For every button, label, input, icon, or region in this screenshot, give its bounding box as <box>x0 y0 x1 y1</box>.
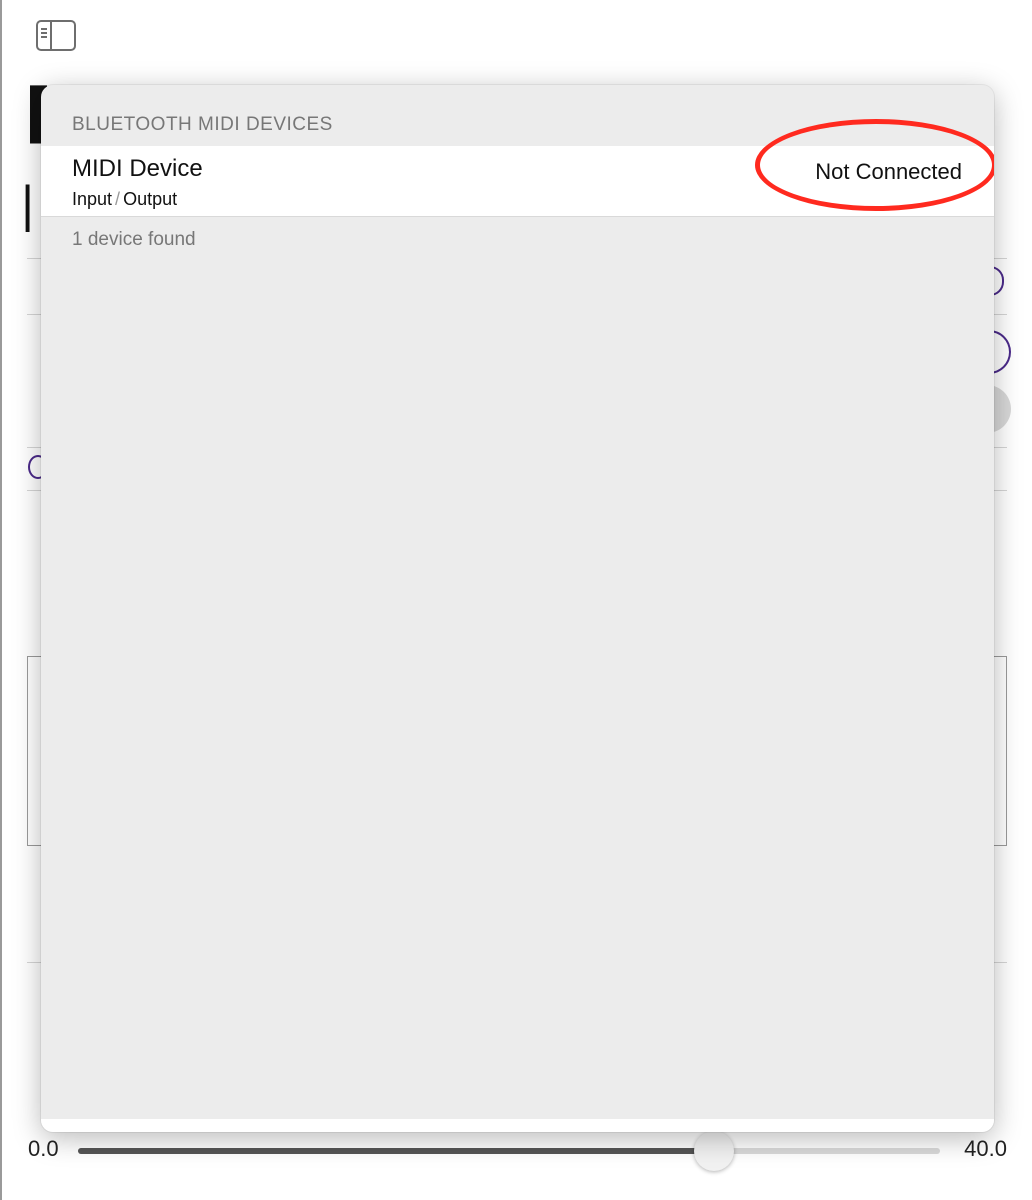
window-edge <box>0 0 2 1200</box>
status-highlight-annotation <box>755 119 994 211</box>
sidebar-toggle-line <box>41 36 47 38</box>
slider-fill <box>78 1148 715 1154</box>
slider-max-label: 40.0 <box>964 1136 1007 1161</box>
device-io-label: Input / Output <box>72 189 177 210</box>
device-name: MIDI Device <box>72 155 203 182</box>
bluetooth-midi-popover: BLUETOOTH MIDI DEVICES MIDI Device Input… <box>41 85 994 1132</box>
slider-thumb[interactable] <box>694 1131 735 1171</box>
device-io-separator: / <box>115 189 121 209</box>
background-box-fragment <box>27 656 41 846</box>
popover-bottom-edge <box>41 1119 994 1132</box>
sidebar-toggle-line <box>41 32 47 34</box>
section-header: BLUETOOTH MIDI DEVICES <box>72 114 333 135</box>
slider-min-label: 0.0 <box>28 1136 59 1161</box>
device-count: 1 device found <box>72 229 196 250</box>
sidebar-toggle-line <box>41 28 47 30</box>
slider-track[interactable] <box>78 1131 940 1171</box>
sidebar-toggle-divider <box>50 22 52 49</box>
device-input-label: Input <box>72 189 113 209</box>
slider-row: 0.0 40.0 <box>0 1128 1032 1173</box>
sidebar-toggle-icon[interactable] <box>36 20 76 51</box>
background-box-fragment <box>993 656 1007 846</box>
device-output-label: Output <box>123 189 178 209</box>
